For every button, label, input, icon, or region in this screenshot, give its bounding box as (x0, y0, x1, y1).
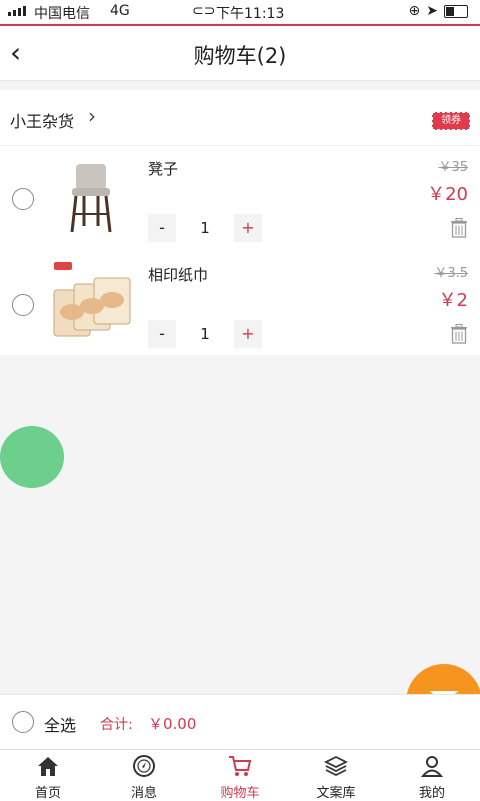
decrease-button[interactable]: - (148, 214, 176, 242)
quantity-stepper: - 1 + (148, 214, 262, 242)
tab-label: 消息 (130, 786, 157, 801)
item-select-radio[interactable] (12, 188, 34, 210)
trash-icon[interactable] (450, 324, 468, 344)
battery-icon (444, 4, 468, 18)
tab-label: 购物车 (220, 786, 260, 801)
coupon-badge[interactable]: 领券 (432, 112, 470, 130)
tab-copy-library[interactable]: 文案库 (288, 750, 384, 801)
increase-button[interactable]: + (234, 320, 262, 348)
compass-icon (133, 755, 155, 777)
select-all-label[interactable]: 全选 (44, 712, 76, 736)
item-price: ￥20 (427, 184, 468, 205)
layers-icon (324, 755, 348, 777)
decrease-button[interactable]: - (148, 320, 176, 348)
tissue-pack-image (53, 262, 131, 337)
item-original-price: ￥35 (438, 160, 468, 175)
quantity-value[interactable]: 1 (178, 320, 232, 348)
status-bar: 中国电信 4G ⊂⊃ 下午11:13 ⊕ ➤ (0, 0, 480, 26)
cart-icon (229, 756, 252, 776)
tab-label: 我的 (418, 786, 445, 801)
location-icon: ➤ (426, 3, 438, 19)
trash-icon[interactable] (450, 218, 468, 238)
total-label: 合计: (100, 717, 133, 733)
floating-assistive-button[interactable] (0, 426, 64, 488)
increase-button[interactable]: + (234, 214, 262, 242)
home-icon (38, 757, 58, 776)
link-icon: ⊂⊃ (192, 3, 216, 19)
tab-messages[interactable]: 消息 (96, 750, 192, 801)
select-all-radio[interactable] (12, 711, 34, 733)
item-select-radio[interactable] (12, 294, 34, 316)
item-original-price: ￥3.5 (434, 266, 468, 281)
shop-header[interactable]: 小王杂货 › 领券 (0, 90, 480, 146)
cart-item: 凳子 ￥35 ￥20 - 1 + (0, 146, 480, 252)
item-name[interactable]: 凳子 (148, 158, 178, 179)
quantity-stepper: - 1 + (148, 320, 262, 348)
item-name[interactable]: 相印纸巾 (148, 264, 208, 285)
page-title: 购物车(2) (193, 44, 287, 68)
shop-name[interactable]: 小王杂货 (10, 108, 74, 132)
stool-image (70, 164, 112, 233)
cart-item: 相印纸巾 ￥3.5 ￥2 - 1 + (0, 252, 480, 358)
tab-label: 文案库 (316, 786, 356, 801)
status-time: 下午11:13 (216, 6, 285, 22)
tab-profile[interactable]: 我的 (384, 750, 480, 801)
chevron-right-icon[interactable]: › (88, 104, 96, 128)
tab-label: 首页 (34, 786, 61, 801)
checkout-bar: 全选 合计: ￥0.00 (0, 694, 480, 749)
item-price: ￥2 (438, 290, 468, 311)
total-value: ￥0.00 (148, 715, 197, 733)
signal-icon (8, 6, 26, 16)
shop-cart-card: 小王杂货 › 领券 凳子 ￥35 ￥20 - 1 + 相印纸巾 ￥3.5 ￥2 … (0, 90, 480, 355)
tab-bar: 首页 消息 购物车 文案库 我的 (0, 749, 480, 801)
user-icon (420, 756, 444, 777)
rotation-lock-icon: ⊕ (408, 3, 421, 19)
tab-cart[interactable]: 购物车 (192, 750, 288, 801)
carrier-label: 中国电信 (34, 6, 90, 22)
network-label: 4G (110, 3, 130, 19)
nav-bar: ‹ 购物车(2) (0, 26, 480, 81)
tab-home[interactable]: 首页 (0, 750, 96, 801)
quantity-value[interactable]: 1 (178, 214, 232, 242)
